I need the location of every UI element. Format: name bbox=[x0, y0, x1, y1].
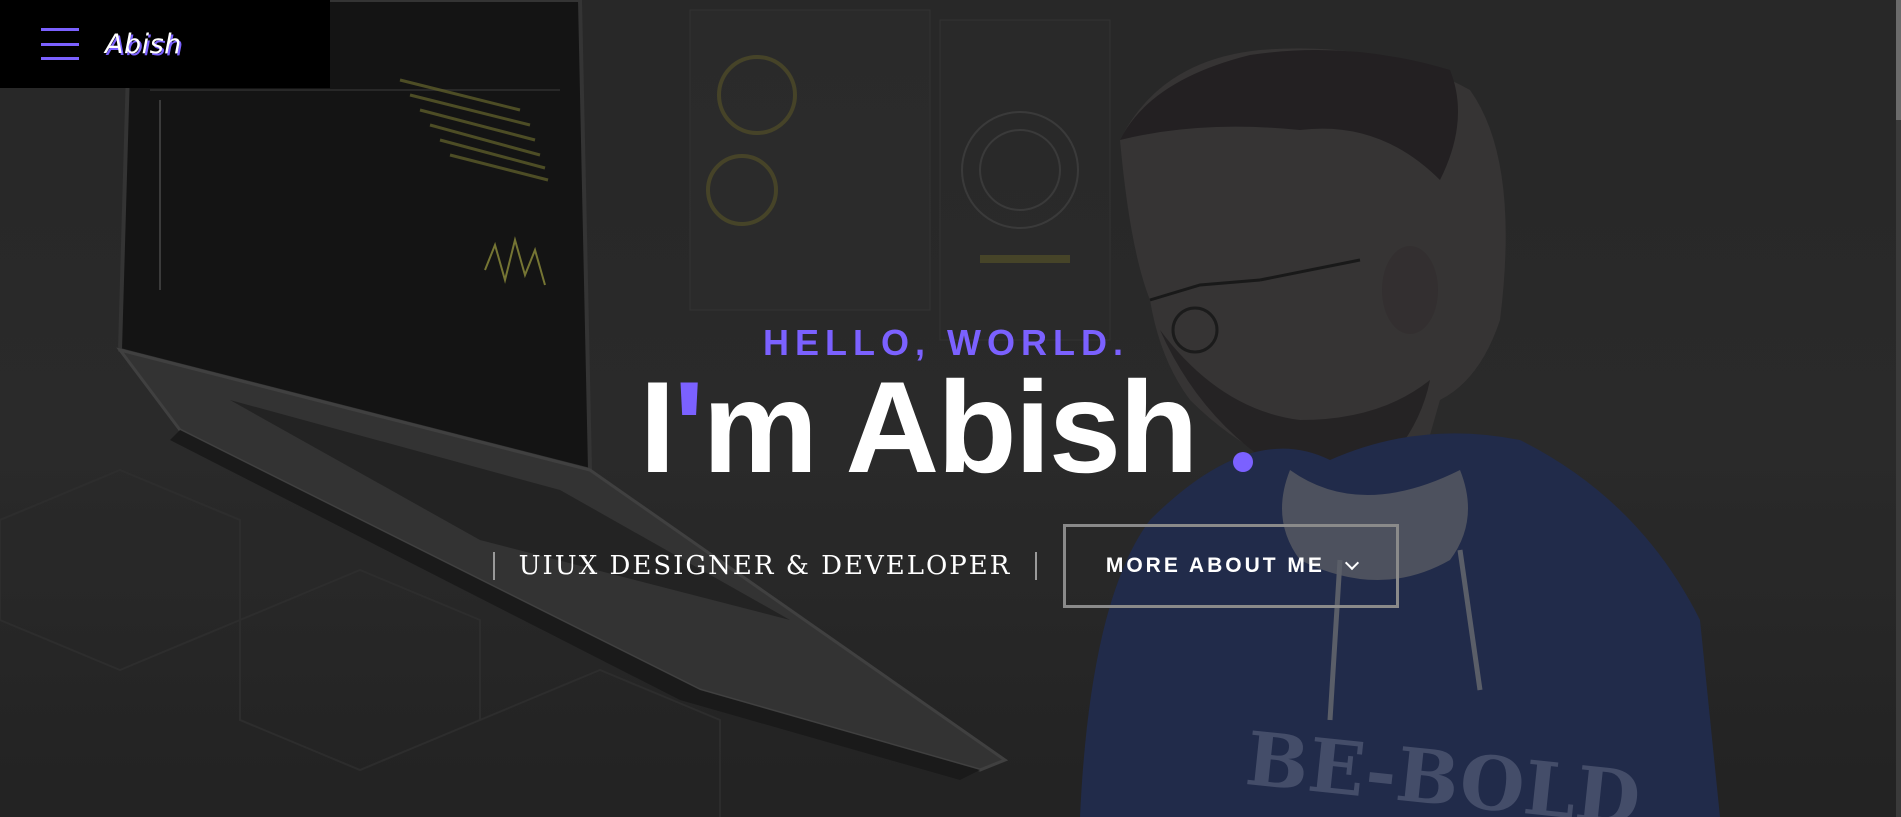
page: BE-BOLD Abish HELLO, WORLD. I'm Abish UI… bbox=[0, 0, 1901, 817]
hero-title-wrap: I'm Abish bbox=[0, 362, 1892, 492]
hero-title: I'm Abish bbox=[639, 362, 1253, 492]
more-about-me-button[interactable]: MORE ABOUT ME bbox=[1063, 524, 1400, 608]
hero-title-name: m Abish bbox=[702, 354, 1199, 500]
role-divider-right bbox=[1035, 552, 1038, 580]
page-scrollbar[interactable] bbox=[1896, 0, 1901, 817]
hero-title-apostrophe: ' bbox=[673, 354, 705, 500]
hero-role: UIUX DESIGNER & DEVELOPER bbox=[518, 551, 1012, 581]
title-accent-dot bbox=[1232, 452, 1253, 472]
hero-section: HELLO, WORLD. I'm Abish UIUX DESIGNER & … bbox=[0, 0, 1901, 817]
chevron-down-icon bbox=[1344, 555, 1359, 571]
more-about-me-label: MORE ABOUT ME bbox=[1105, 554, 1325, 577]
hero-role-row: UIUX DESIGNER & DEVELOPER MORE ABOUT ME bbox=[0, 524, 1892, 608]
scrollbar-thumb[interactable] bbox=[1896, 0, 1901, 120]
role-divider-left bbox=[492, 552, 495, 580]
hero-title-prefix: I bbox=[639, 354, 675, 500]
